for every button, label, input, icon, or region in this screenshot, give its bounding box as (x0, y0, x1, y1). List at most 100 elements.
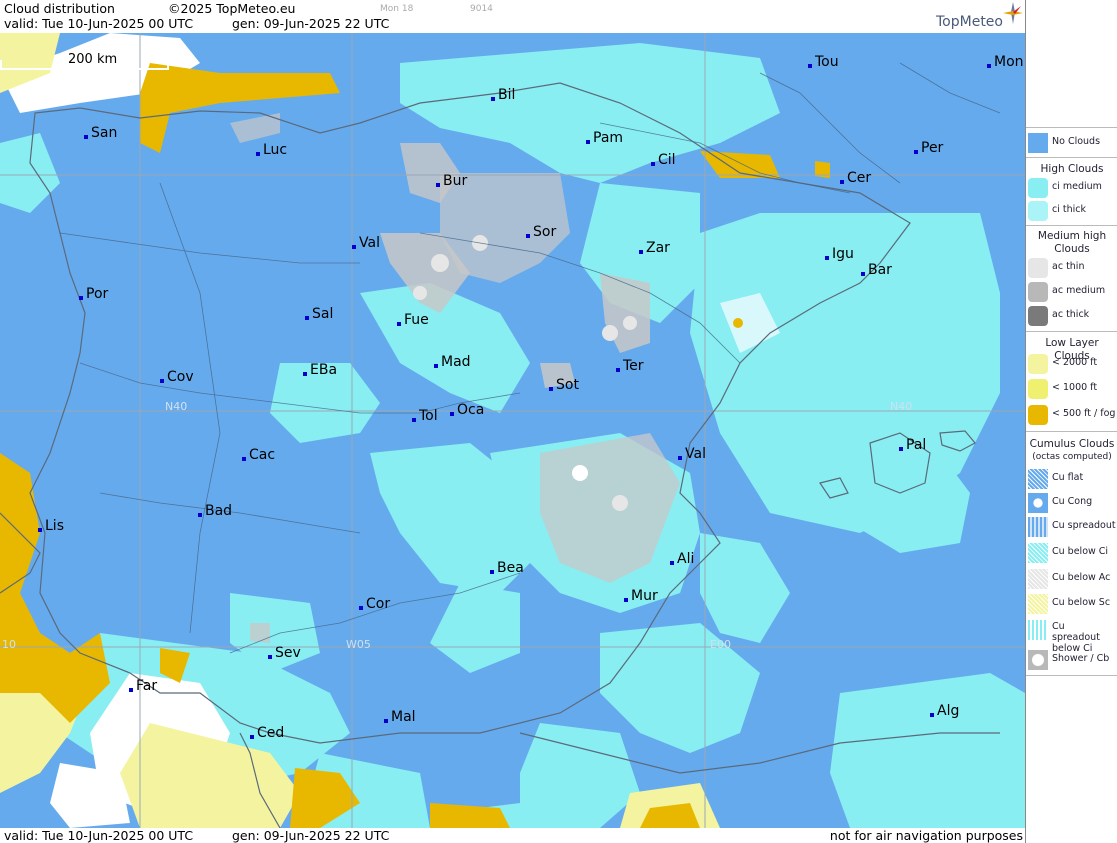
city-name: Cil (658, 152, 676, 168)
city-dot-icon (450, 412, 454, 416)
city-label[interactable]: Sal (305, 306, 333, 322)
legend-cu-cong: Cu Cong (1028, 493, 1116, 513)
city-dot-icon (639, 250, 643, 254)
city-name: Bad (205, 503, 233, 519)
city-label[interactable]: Luc (256, 142, 287, 158)
city-label[interactable]: Cov (160, 369, 194, 385)
city-name: EBa (310, 362, 338, 378)
city-label[interactable]: Tou (808, 54, 839, 70)
city-name: Mal (391, 709, 416, 725)
city-label[interactable]: Val (352, 235, 380, 251)
swatch-cu-cong (1028, 493, 1048, 513)
swatch-ci-thick (1028, 201, 1048, 221)
city-dot-icon (84, 135, 88, 139)
legend-heading: Cumulus Clouds (1029, 438, 1115, 450)
city-dot-icon (808, 64, 812, 68)
city-label[interactable]: Cor (359, 596, 390, 612)
legend-cu-below-sc: Cu below Sc (1028, 594, 1116, 614)
swatch-cu-spreadout-below-ci (1028, 620, 1048, 640)
legend-low-500: < 500 ft / fog (1028, 405, 1116, 425)
generated-time: gen: 09-Jun-2025 22 UTC (232, 16, 390, 31)
legend-divider (1026, 157, 1117, 158)
city-name: Tou (815, 54, 839, 70)
swatch-ac-thin (1028, 258, 1048, 278)
city-dot-icon (268, 655, 272, 659)
city-name: Por (86, 286, 109, 302)
city-label[interactable]: Ter (616, 358, 644, 374)
city-label[interactable]: Val (678, 446, 706, 462)
legend-label: No Clouds (1052, 136, 1101, 147)
swatch-ac-thick (1028, 306, 1048, 326)
city-label[interactable]: Far (129, 678, 157, 694)
legend-low-2000: < 2000 ft (1028, 354, 1116, 374)
city-label[interactable]: Per (914, 140, 943, 156)
city-label[interactable]: Oca (450, 402, 484, 418)
city-label[interactable]: Cil (651, 152, 676, 168)
city-dot-icon (256, 152, 260, 156)
city-label[interactable]: Bar (861, 262, 892, 278)
city-dot-icon (79, 296, 83, 300)
city-dot-icon (384, 719, 388, 723)
city-label[interactable]: Bea (490, 560, 524, 576)
city-label[interactable]: San (84, 125, 117, 141)
city-label[interactable]: Bil (491, 87, 515, 103)
city-label[interactable]: Pam (586, 130, 623, 146)
city-label[interactable]: Sot (549, 377, 579, 393)
legend-ci-medium: ci medium (1028, 178, 1116, 198)
map-graphics (0, 33, 1025, 828)
city-dot-icon (930, 713, 934, 717)
city-label[interactable]: Tol (412, 408, 438, 424)
city-label[interactable]: Lis (38, 518, 64, 534)
city-label[interactable]: Fue (397, 312, 429, 328)
city-label[interactable]: Cac (242, 447, 275, 463)
legend-ci-thick: ci thick (1028, 201, 1116, 221)
city-name: Per (921, 140, 944, 156)
city-name: Bil (498, 87, 516, 103)
city-label[interactable]: Mal (384, 709, 416, 725)
city-label[interactable]: Mur (624, 588, 658, 604)
city-dot-icon (899, 447, 903, 451)
city-label[interactable]: Mon (987, 54, 1024, 70)
city-label[interactable]: Mad (434, 354, 471, 370)
city-label[interactable]: Sev (268, 645, 301, 661)
legend-heading: Medium high Clouds (1037, 230, 1107, 255)
city-label[interactable]: EBa (303, 362, 337, 378)
header-bar: Cloud distribution ©2025 TopMeteo.eu Mon… (0, 0, 1025, 34)
city-label[interactable]: Cer (840, 170, 871, 186)
legend-label: ci thick (1052, 204, 1086, 215)
city-label[interactable]: Pal (899, 437, 926, 453)
cloud-map[interactable]: 200 km N40 N40 W05 E00 10 Tou Mon Bil Sa… (0, 33, 1025, 828)
legend-label: Shower / Cb (1052, 653, 1110, 664)
legend-cu-flat: Cu flat (1028, 469, 1116, 489)
city-label[interactable]: Igu (825, 246, 854, 262)
city-dot-icon (491, 97, 495, 101)
city-label[interactable]: Sor (526, 224, 556, 240)
city-name: Zar (646, 240, 670, 256)
city-label[interactable]: Ced (250, 725, 284, 741)
city-label[interactable]: Alg (930, 703, 959, 719)
city-label[interactable]: Bur (436, 173, 467, 189)
city-label[interactable]: Zar (639, 240, 670, 256)
legend-divider (1026, 225, 1117, 226)
city-name: Val (359, 235, 380, 251)
city-name: Bur (443, 173, 468, 189)
legend-label: Cu spreadout (1052, 520, 1116, 531)
legend-divider (1026, 431, 1117, 432)
footer-bar: valid: Tue 10-Jun-2025 00 UTC gen: 09-Ju… (0, 828, 1025, 843)
legend-label: ac medium (1052, 285, 1106, 296)
city-name: Sot (556, 377, 579, 393)
city-dot-icon (38, 528, 42, 532)
grid-label-n40: N40 (890, 400, 913, 413)
legend-subheading: (octas computed) (1032, 452, 1112, 462)
city-dot-icon (305, 316, 309, 320)
legend-no-clouds: No Clouds (1028, 133, 1116, 153)
city-label[interactable]: Bad (198, 503, 232, 519)
city-label[interactable]: Ali (670, 551, 694, 567)
legend-low-1000: < 1000 ft (1028, 379, 1116, 399)
legend-label: Cu below Ci (1052, 546, 1109, 557)
city-dot-icon (436, 183, 440, 187)
city-name: Val (685, 446, 706, 462)
city-label[interactable]: Por (79, 286, 108, 302)
city-name: Mur (631, 588, 658, 604)
city-dot-icon (250, 735, 254, 739)
